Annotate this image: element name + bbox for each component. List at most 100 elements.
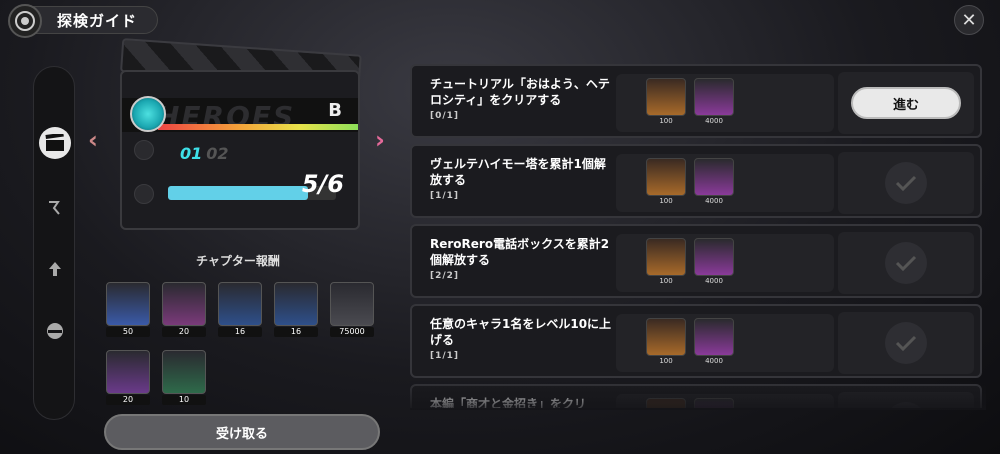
mission-progress: [1/1] (430, 351, 460, 361)
claim-button[interactable]: 受け取る (104, 414, 380, 450)
checkmark-icon (885, 162, 927, 204)
ticket-icon (694, 78, 734, 116)
reward-quantity: 20 (162, 327, 206, 337)
mission-progress: [0/1] (430, 111, 460, 121)
mission-action (838, 312, 974, 374)
chapter-number: 01 02 (180, 144, 229, 163)
mission-reward-item[interactable]: 100 (646, 158, 686, 208)
mission-list[interactable]: チュートリアル「おはよう、ヘテロシティ」をクリアする [0/1] 100 4000 進む… (410, 60, 986, 408)
reward-quantity: 4000 (705, 277, 723, 285)
mission-reward-item[interactable]: 4000 (694, 78, 734, 128)
rail-tab-upgrade[interactable] (39, 253, 71, 285)
chapter-reward-item[interactable]: 20 (106, 350, 150, 405)
mission-row: ヴェルテハイモー塔を累計1個解放する [1/1] 100 4000 (410, 144, 982, 218)
chapter-card: HEROES B 01 02 5/6 (120, 70, 360, 230)
reward-quantity: 4000 (705, 197, 723, 205)
mission-row: ReroRero電話ボックスを累計2個解放する [2/2] 100 4000 (410, 224, 982, 298)
reward-quantity: 100 (659, 197, 673, 205)
reward-quantity: 75000 (330, 327, 374, 337)
bangboo-icon (106, 350, 150, 394)
checkmark-icon (885, 322, 927, 364)
reward-quantity: 20 (106, 395, 150, 405)
mission-reward-item[interactable]: 100 (646, 78, 686, 128)
mission-rewards: 100 4000 (616, 154, 834, 212)
chapter-reward-item[interactable]: 50 (106, 282, 150, 337)
reward-quantity: 50 (106, 327, 150, 337)
mission-action: 進む (838, 72, 974, 134)
chapter-side-icon (134, 140, 154, 160)
guide-logo-icon (8, 4, 42, 38)
clapperboard-icon (45, 134, 64, 151)
badge-icon (47, 323, 63, 339)
reward-quantity: 100 (659, 117, 673, 125)
mission-description: チュートリアル「おはよう、ヘテロシティ」をクリアする [0/1] (430, 76, 616, 124)
chapter-rewards-title: チャプター報酬 (196, 254, 280, 268)
mission-text: 任意のキャラ1名をレベル10に上げる (430, 317, 612, 347)
rail-tab-action[interactable] (39, 191, 71, 223)
rail-tab-chapters[interactable] (39, 127, 71, 159)
mission-description: 任意のキャラ1名をレベル10に上げる [1/1] (430, 316, 616, 364)
mission-text: ヴェルテハイモー塔を累計1個解放する (430, 157, 606, 187)
mission-description: ReroRero電話ボックスを累計2個解放する [2/2] (430, 236, 616, 284)
mission-reward-item[interactable]: 4000 (694, 158, 734, 208)
chapter-reward-item[interactable]: 20 (162, 282, 206, 337)
exploration-points-icon (646, 158, 686, 196)
color-stripe (158, 124, 358, 130)
mission-progress: [2/2] (430, 271, 460, 281)
next-chapter-button[interactable]: › (375, 126, 385, 154)
go-button[interactable]: 進む (851, 87, 961, 119)
chapter-reward-item[interactable]: 16 (218, 282, 262, 337)
chapter-emblem-icon (130, 96, 166, 132)
mission-rewards: 100 4000 (616, 314, 834, 372)
mission-reward-item[interactable]: 100 (646, 318, 686, 368)
mission-action (838, 232, 974, 294)
exploration-points-icon (646, 318, 686, 356)
checkmark-icon (885, 242, 927, 284)
exploration-points-icon (646, 78, 686, 116)
crystal-icon (274, 282, 318, 326)
device-icon (162, 350, 206, 394)
runner-icon (49, 201, 60, 215)
chapter-progress-text: 5/6 (301, 170, 344, 198)
close-button[interactable]: ✕ (954, 5, 984, 35)
mission-description: ヴェルテハイモー塔を累計1個解放する [1/1] (430, 156, 616, 204)
mission-row: チュートリアル「おはよう、ヘテロシティ」をクリアする [0/1] 100 4000 進む (410, 64, 982, 138)
ticket-icon (694, 158, 734, 196)
arrow-up-icon (49, 262, 61, 276)
mission-action (838, 152, 974, 214)
reward-quantity: 16 (274, 327, 318, 337)
tape-icon (162, 282, 206, 326)
chapter-reward-item[interactable]: 16 (274, 282, 318, 337)
reward-quantity: 100 (659, 277, 673, 285)
mission-text: チュートリアル「おはよう、ヘテロシティ」をクリアする (430, 77, 610, 107)
mission-text: ReroRero電話ボックスを累計2個解放する (430, 237, 610, 267)
prev-chapter-button[interactable]: ‹ (88, 126, 98, 154)
mission-rewards: 100 4000 (616, 74, 834, 132)
chapter-current: 01 (180, 144, 203, 163)
reward-quantity: 10 (162, 395, 206, 405)
chapter-reward-item[interactable]: 10 (162, 350, 206, 405)
mission-rewards: 100 4000 (616, 234, 834, 292)
page-title: 探検ガイド (30, 6, 158, 34)
coin-icon (330, 282, 374, 326)
chapter-progress-fill (168, 186, 308, 200)
polychrome-icon (106, 282, 150, 326)
chapter-reward-item[interactable]: 75000 (330, 282, 374, 337)
reward-quantity: 100 (659, 357, 673, 365)
ticket-icon (694, 318, 734, 356)
reward-quantity: 4000 (705, 357, 723, 365)
document-icon (218, 282, 262, 326)
mission-progress: [1/1] (430, 191, 460, 201)
mission-row: 任意のキャラ1名をレベル10に上げる [1/1] 100 4000 (410, 304, 982, 378)
chapter-side-icon (134, 184, 154, 204)
chapter-next: 02 (206, 144, 229, 163)
rail-tab-badge[interactable] (39, 315, 71, 347)
ticket-icon (694, 238, 734, 276)
mission-reward-item[interactable]: 4000 (694, 238, 734, 288)
reward-quantity: 4000 (705, 117, 723, 125)
chapter-grade: B (328, 100, 342, 121)
mission-reward-item[interactable]: 100 (646, 238, 686, 288)
mission-reward-item[interactable]: 4000 (694, 318, 734, 368)
category-rail (33, 66, 75, 420)
reward-quantity: 16 (218, 327, 262, 337)
